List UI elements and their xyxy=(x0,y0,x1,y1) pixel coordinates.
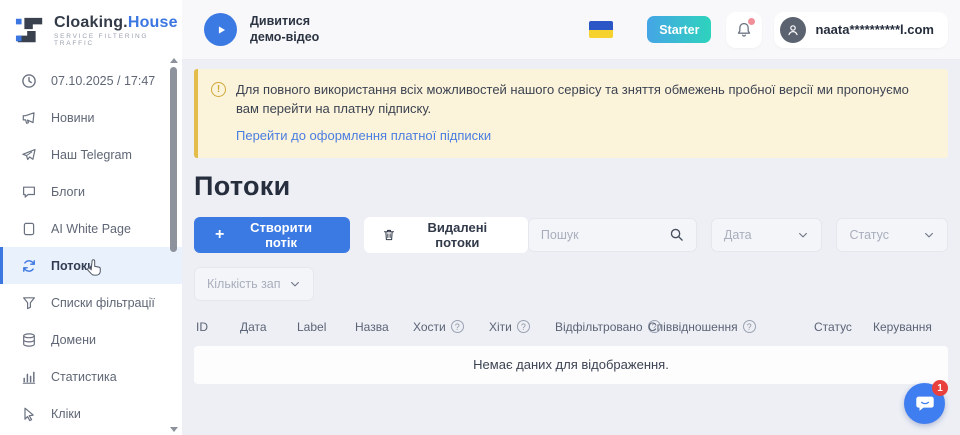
banner-text: Для повного використання всіх можливосте… xyxy=(236,81,932,119)
sidebar-item-ai-white-page[interactable]: AI White Page xyxy=(0,210,182,247)
sidebar-item-clicks[interactable]: Кліки xyxy=(0,395,182,432)
page-title: Потоки xyxy=(194,171,948,202)
trash-icon xyxy=(382,228,396,242)
plus-icon: + xyxy=(215,227,224,243)
scroll-down-arrow[interactable] xyxy=(170,427,178,432)
database-icon xyxy=(21,332,37,348)
trial-warning-banner: ! Для повного використання всіх можливос… xyxy=(194,69,948,158)
sidebar-item-flows[interactable]: Потоки xyxy=(0,247,182,284)
document-icon xyxy=(21,221,37,237)
bar-chart-icon xyxy=(21,369,37,385)
plan-badge-button[interactable]: Starter xyxy=(647,16,711,43)
column-header-id: ID xyxy=(196,320,208,334)
main-content: ! Для повного використання всіх можливос… xyxy=(182,60,960,435)
scrollbar-thumb[interactable] xyxy=(170,67,177,252)
watch-demo-button[interactable]: Дивитися демо-відео xyxy=(204,13,319,46)
chat-bubble-icon xyxy=(21,184,37,200)
sidebar-item-label: Статистика xyxy=(51,370,117,384)
search-icon[interactable] xyxy=(669,227,684,242)
sidebar: Cloaking.House SERVICE FILTERING TRAFFIC… xyxy=(0,0,182,435)
notification-dot xyxy=(748,18,755,25)
sidebar-item-label: Новини xyxy=(51,111,95,125)
sidebar-item-label: Потоки xyxy=(51,259,95,273)
clock-icon xyxy=(21,73,37,89)
sidebar-item-label: Домени xyxy=(51,333,96,347)
brand-logo[interactable]: Cloaking.House SERVICE FILTERING TRAFFIC xyxy=(0,0,182,60)
language-flag-ukraine[interactable] xyxy=(589,21,613,38)
column-header-hosts: Хости? xyxy=(413,320,464,334)
support-chat-button[interactable]: 1 xyxy=(904,383,945,424)
column-header-filtered: Відфільтровано? xyxy=(555,320,661,334)
chevron-down-icon xyxy=(923,229,935,241)
search-input[interactable] xyxy=(541,228,669,242)
brand-name: Cloaking.House xyxy=(54,14,182,32)
per-page-row: Кількість запи xyxy=(194,267,948,301)
cursor-icon xyxy=(21,406,37,422)
play-icon[interactable] xyxy=(204,13,237,46)
brand-tagline: SERVICE FILTERING TRAFFIC xyxy=(54,33,182,47)
watch-demo-label: Дивитися демо-відео xyxy=(250,14,319,45)
user-account-menu[interactable]: naata**********l.com xyxy=(774,12,948,48)
column-header-ratio: Співвідношення? xyxy=(648,320,756,334)
search-field[interactable] xyxy=(528,218,697,252)
sidebar-item-datetime: 07.10.2025 / 17:47 xyxy=(0,62,182,99)
column-header-date: Дата xyxy=(240,320,267,334)
column-header-label: Label xyxy=(297,320,326,334)
column-header-hits: Хіти? xyxy=(489,320,530,334)
status-filter-dropdown[interactable]: Статус xyxy=(836,218,948,252)
help-icon[interactable]: ? xyxy=(517,320,530,333)
user-avatar xyxy=(780,17,806,43)
telegram-icon xyxy=(21,147,37,163)
column-header-actions: Керування xyxy=(873,320,932,334)
info-icon: ! xyxy=(211,82,226,97)
megaphone-icon xyxy=(21,110,37,126)
sidebar-item-label: AI White Page xyxy=(51,222,131,236)
chevron-down-icon xyxy=(797,229,809,241)
sidebar-item-telegram[interactable]: Наш Telegram xyxy=(0,136,182,173)
date-filter-dropdown[interactable]: Дата xyxy=(711,218,823,252)
funnel-icon xyxy=(21,295,37,311)
sync-icon xyxy=(21,258,37,274)
user-email: naata**********l.com xyxy=(815,22,934,37)
chat-unread-badge: 1 xyxy=(932,380,948,396)
app-window: Cloaking.House SERVICE FILTERING TRAFFIC… xyxy=(0,0,960,435)
sidebar-item-label: Списки фільтрації xyxy=(51,296,155,310)
table-header: ID Дата Label Назва Хости? Хіти? Відфіль… xyxy=(194,320,948,337)
sidebar-item-label: 07.10.2025 / 17:47 xyxy=(51,74,155,88)
deleted-flows-button[interactable]: Видалені потоки xyxy=(364,217,528,253)
table-empty-state: Немає даних для відображення. xyxy=(194,346,948,384)
sidebar-item-blogs[interactable]: Блоги xyxy=(0,173,182,210)
toolbar: + Створити потік Видалені потоки Дата xyxy=(194,217,948,253)
create-flow-button[interactable]: + Створити потік xyxy=(194,217,350,253)
column-header-status: Статус xyxy=(814,320,852,334)
notifications-button[interactable] xyxy=(726,12,762,48)
sidebar-item-label: Кліки xyxy=(51,407,81,421)
sidebar-item-domains[interactable]: Домени xyxy=(0,321,182,358)
sidebar-item-news[interactable]: Новини xyxy=(0,99,182,136)
sidebar-item-label: Блоги xyxy=(51,185,85,199)
chevron-down-icon xyxy=(289,278,301,290)
per-page-dropdown[interactable]: Кількість запи xyxy=(194,267,314,301)
sidebar-item-filter-lists[interactable]: Списки фільтрації xyxy=(0,284,182,321)
scroll-up-arrow[interactable] xyxy=(170,58,178,63)
brand-logo-icon xyxy=(15,15,45,45)
help-icon[interactable]: ? xyxy=(451,320,464,333)
subscribe-link[interactable]: Перейти до оформлення платної підписки xyxy=(236,128,491,143)
help-icon[interactable]: ? xyxy=(743,320,756,333)
column-header-name: Назва xyxy=(355,320,389,334)
top-header: Дивитися демо-відео Starter naata*******… xyxy=(182,0,960,60)
sidebar-scrollbar[interactable] xyxy=(169,58,178,435)
sidebar-item-statistics[interactable]: Статистика xyxy=(0,358,182,395)
sidebar-nav: 07.10.2025 / 17:47 Новини Наш Telegram Б… xyxy=(0,60,182,432)
chat-icon xyxy=(914,393,936,415)
sidebar-item-label: Наш Telegram xyxy=(51,148,132,162)
